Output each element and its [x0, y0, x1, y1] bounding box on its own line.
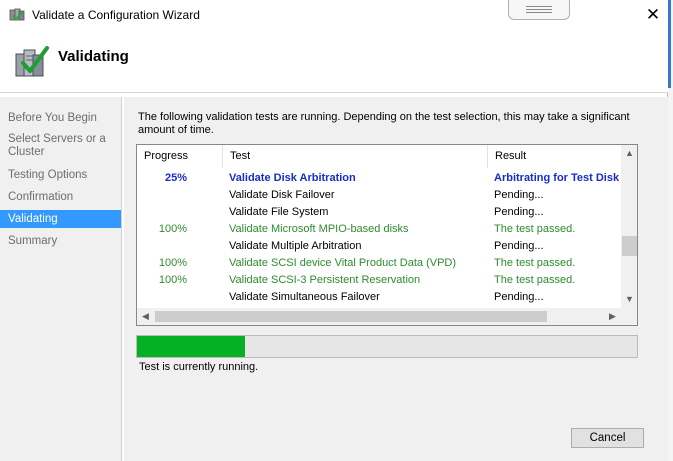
- wizard-content: The following validation tests are runni…: [124, 97, 668, 461]
- progress-cell: [137, 289, 187, 306]
- test-name-cell: Validate Multiple Arbitration: [229, 240, 362, 252]
- scroll-down-arrow-icon[interactable]: ▼: [621, 291, 637, 308]
- validation-tests-list[interactable]: Progress Test Result 25% Validate Disk Ar…: [136, 144, 638, 326]
- scrollbar-corner: [621, 308, 637, 325]
- result-cell: The test passed.: [494, 274, 576, 286]
- page-title: Validating: [58, 48, 129, 65]
- column-header-test[interactable]: Test: [223, 145, 488, 168]
- table-row[interactable]: Validate Multiple Arbitration Pending...: [137, 238, 621, 255]
- close-button[interactable]: ✕: [640, 4, 666, 26]
- result-cell: The test passed.: [494, 223, 576, 235]
- test-name-cell: Validate Disk Failover: [229, 189, 335, 201]
- test-name-cell: Validate Disk Arbitration: [229, 172, 356, 184]
- step-select-servers[interactable]: Select Servers or a Cluster: [0, 133, 110, 159]
- result-cell: Arbitrating for Test Disk: [494, 172, 620, 184]
- result-cell: Pending...: [494, 240, 544, 252]
- vertical-scroll-thumb[interactable]: [622, 236, 637, 256]
- progress-cell: [137, 187, 187, 204]
- table-row[interactable]: Validate Simultaneous Failover Pending...: [137, 289, 621, 306]
- cancel-button[interactable]: Cancel: [571, 428, 644, 448]
- test-name-cell: Validate Microsoft MPIO-based disks: [229, 223, 409, 235]
- scroll-left-arrow-icon[interactable]: ◀: [137, 308, 154, 325]
- table-row[interactable]: 100% Validate SCSI device Vital Product D…: [137, 255, 621, 272]
- table-row[interactable]: Validate File System Pending...: [137, 204, 621, 221]
- step-summary[interactable]: Summary: [0, 235, 121, 248]
- progress-cell: [137, 204, 187, 221]
- progress-cell: 25%: [164, 172, 187, 184]
- test-name-cell: Validate File System: [229, 206, 329, 218]
- overall-progress-bar: [136, 335, 638, 358]
- cluster-server-icon: [9, 8, 25, 21]
- background-window-accent: [668, 0, 671, 88]
- step-testing-options[interactable]: Testing Options: [0, 169, 121, 182]
- table-row[interactable]: 25% Validate Disk Arbitration Arbitrating …: [137, 170, 621, 187]
- result-cell: Pending...: [494, 291, 544, 303]
- wizard-window: Validate a Configuration Wizard ✕ Valida…: [0, 0, 668, 461]
- result-cell: The test passed.: [494, 257, 576, 269]
- step-validating[interactable]: Validating: [0, 210, 121, 228]
- list-header: Progress Test Result: [137, 145, 621, 168]
- progress-cell: 100%: [158, 274, 187, 286]
- vertical-scrollbar[interactable]: ▲ ▼: [621, 145, 637, 308]
- progress-cell: [137, 238, 187, 255]
- progress-bar-fill: [137, 336, 245, 357]
- horizontal-scroll-thumb[interactable]: [155, 311, 547, 322]
- test-name-cell: Validate SCSI device Vital Product Data …: [229, 257, 457, 269]
- validation-checkmark-icon: [15, 46, 49, 77]
- table-row[interactable]: Validate Disk Failover Pending...: [137, 187, 621, 204]
- progress-cell: 100%: [158, 257, 187, 269]
- window-title: Validate a Configuration Wizard: [32, 8, 200, 22]
- progress-cell: 100%: [158, 223, 187, 235]
- window-grip-handle[interactable]: [508, 0, 570, 20]
- result-cell: Pending...: [494, 206, 544, 218]
- table-row[interactable]: 100% Validate SCSI-3 Persistent Reservati…: [137, 272, 621, 289]
- title-bar: Validate a Configuration Wizard ✕: [0, 0, 668, 31]
- scroll-right-arrow-icon[interactable]: ▶: [604, 308, 621, 325]
- column-header-result[interactable]: Result: [488, 145, 621, 168]
- column-header-progress[interactable]: Progress: [137, 145, 223, 168]
- step-confirmation[interactable]: Confirmation: [0, 191, 121, 204]
- description-text: The following validation tests are runni…: [138, 111, 630, 136]
- test-name-cell: Validate Simultaneous Failover: [229, 291, 380, 303]
- background-window-edge: [668, 0, 673, 461]
- result-cell: Pending...: [494, 189, 544, 201]
- table-row[interactable]: 100% Validate Microsoft MPIO-based disks T…: [137, 221, 621, 238]
- test-name-cell: Validate SCSI-3 Persistent Reservation: [229, 274, 421, 286]
- status-text: Test is currently running.: [139, 361, 259, 373]
- horizontal-scrollbar[interactable]: ◀ ▶: [137, 308, 621, 325]
- wizard-steps-sidebar: Before You Begin Select Servers or a Clu…: [0, 97, 122, 461]
- scroll-up-arrow-icon[interactable]: ▲: [621, 145, 637, 162]
- wizard-header: Validating: [0, 31, 668, 93]
- step-before-you-begin[interactable]: Before You Begin: [0, 112, 121, 125]
